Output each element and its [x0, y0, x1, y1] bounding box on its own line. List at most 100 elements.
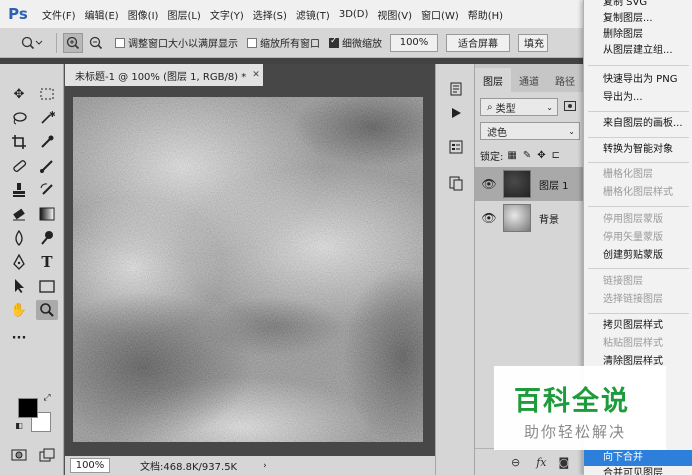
swap-colors-icon[interactable]: ⤢ — [40, 392, 54, 404]
menu-item-convert-smart-object[interactable]: 转换为智能对象 — [584, 142, 692, 158]
menu-image[interactable]: 图像(I) — [128, 7, 159, 22]
image-filter-icon[interactable] — [564, 100, 576, 114]
tab-paths[interactable]: 路径 — [547, 68, 583, 92]
menu-layer[interactable]: 图层(L) — [167, 7, 200, 22]
menu-item-select-linked-layers[interactable]: 选择链接图层 — [584, 292, 692, 308]
document-size-info[interactable]: 文档:468.8K/937.5K — [140, 458, 237, 473]
menu-item-duplicate-layer[interactable]: 复制图层... — [584, 11, 692, 27]
menu-file[interactable]: 文件(F) — [42, 7, 76, 22]
zoom-tool-icon[interactable] — [36, 300, 58, 320]
menu-item-quick-export-png[interactable]: 快速导出为 PNG — [584, 72, 692, 88]
layer-filter-select[interactable]: ⌕ 类型 ⌄ — [480, 98, 558, 116]
menu-edit[interactable]: 编辑(E) — [85, 7, 119, 22]
visibility-eye-icon[interactable]: 👁 — [475, 177, 503, 191]
blend-mode-select[interactable]: 滤色 ⌄ — [480, 122, 580, 140]
menu-item-artboard-from-layers[interactable]: 来自图层的画板... — [584, 116, 692, 132]
menu-separator — [588, 206, 689, 207]
dodge-tool-icon[interactable] — [36, 228, 58, 248]
pen-tool-icon[interactable] — [8, 252, 30, 272]
layer-name: 背景 — [539, 214, 559, 226]
menu-item-merge-down[interactable]: 向下合并 — [584, 450, 692, 466]
lasso-tool-icon[interactable] — [8, 108, 30, 128]
screen-mode-icon[interactable] — [36, 445, 58, 465]
menu-item-export-as[interactable]: 导出为... — [584, 90, 692, 106]
resize-windows-checkbox[interactable] — [115, 37, 125, 48]
menu-item-copy-svg[interactable]: 复制 SVG — [584, 0, 692, 11]
fit-screen-button[interactable]: 适合屏幕 — [446, 33, 510, 52]
zoom-all-checkbox[interactable] — [247, 37, 257, 48]
lock-pixels-icon[interactable]: ✎ — [523, 150, 531, 161]
magic-wand-icon[interactable]: ✱ — [36, 108, 58, 128]
image-canvas[interactable] — [73, 97, 423, 442]
scrubby-zoom-checkbox[interactable] — [329, 36, 339, 48]
menu-view[interactable]: 视图(V) — [377, 7, 412, 22]
history-panel-icon[interactable] — [444, 78, 468, 100]
gradient-tool-icon[interactable] — [36, 204, 58, 224]
adjustments-panel-icon[interactable] — [444, 172, 468, 194]
menu-type[interactable]: 文字(Y) — [210, 7, 244, 22]
menu-filter[interactable]: 滤镜(T) — [296, 7, 330, 22]
menu-item-paste-layer-style[interactable]: 粘贴图层样式 — [584, 336, 692, 352]
blend-mode-value: 滤色 — [487, 127, 507, 139]
hand-tool-icon[interactable]: ✋ — [8, 300, 30, 320]
layer-style-fx-icon[interactable]: fx — [536, 456, 546, 469]
quick-mask-icon[interactable] — [8, 445, 30, 465]
crop-tool-icon[interactable] — [8, 132, 30, 152]
brush-tool-icon[interactable] — [36, 156, 58, 176]
lock-position-icon[interactable]: ✥ — [537, 150, 545, 161]
eyedropper-icon[interactable] — [36, 132, 58, 152]
zoom-out-button[interactable] — [86, 33, 106, 53]
menu-item-copy-layer-style[interactable]: 拷贝图层样式 — [584, 318, 692, 334]
zoom-in-icon — [66, 36, 80, 49]
menu-item-merge-visible[interactable]: 合并可见图层 — [584, 466, 692, 475]
lock-transparency-icon[interactable]: ▦ — [507, 150, 516, 161]
tool-panel: ✥ ✱ T ✋ ··· ⤢ ◧ — [0, 64, 64, 475]
lock-row: 锁定: ▦ ✎ ✥ ⊏ — [480, 146, 560, 164]
close-tab-icon[interactable]: ✕ — [252, 70, 260, 80]
history-brush-icon[interactable] — [36, 180, 58, 200]
menu-item-create-clipping-mask[interactable]: 创建剪贴蒙版 — [584, 248, 692, 264]
more-tools-icon[interactable]: ··· — [8, 328, 30, 348]
actions-play-icon[interactable] — [444, 102, 468, 124]
zoom-tool-preset[interactable] — [14, 33, 50, 53]
add-mask-icon[interactable]: ◙ — [559, 456, 570, 469]
lock-artboard-icon[interactable]: ⊏ — [552, 150, 560, 161]
status-menu-arrow-icon[interactable]: › — [263, 461, 267, 471]
watermark-subtitle: 助你轻松解决 — [524, 423, 627, 441]
zoom-value-field[interactable]: 100% — [390, 33, 438, 52]
menu-3d[interactable]: 3D(D) — [339, 9, 369, 20]
menu-separator — [588, 268, 689, 269]
default-colors-icon[interactable]: ◧ — [14, 420, 24, 430]
menu-help[interactable]: 帮助(H) — [468, 7, 503, 22]
menu-item-disable-vector-mask[interactable]: 停用矢量蒙版 — [584, 230, 692, 246]
menu-window[interactable]: 窗口(W) — [421, 7, 459, 22]
fill-screen-button[interactable]: 填充 — [518, 33, 548, 52]
marquee-tool-icon[interactable] — [36, 84, 58, 104]
menu-item-rasterize-layer[interactable]: 栅格化图层 — [584, 167, 692, 183]
link-layers-icon[interactable]: ⊖ — [511, 456, 520, 469]
healing-brush-icon[interactable] — [8, 156, 30, 176]
menu-separator — [588, 65, 689, 66]
menu-item-rasterize-layer-style[interactable]: 栅格化图层样式 — [584, 185, 692, 201]
zoom-in-button[interactable] — [63, 32, 83, 53]
properties-panel-icon[interactable] — [444, 136, 468, 158]
status-zoom-field[interactable]: 100% — [70, 458, 110, 473]
menu-item-link-layers[interactable]: 链接图层 — [584, 274, 692, 290]
move-tool-icon[interactable]: ✥ — [8, 84, 30, 104]
clone-stamp-icon[interactable] — [8, 180, 30, 200]
menu-item-delete-layer[interactable]: 删除图层 — [584, 27, 692, 43]
menu-item-disable-layer-mask[interactable]: 停用图层蒙版 — [584, 212, 692, 228]
rectangle-tool-icon[interactable] — [36, 276, 58, 296]
eraser-tool-icon[interactable] — [8, 204, 30, 224]
foreground-color-swatch[interactable] — [18, 398, 38, 418]
blur-tool-icon[interactable] — [8, 228, 30, 248]
tab-channels[interactable]: 通道 — [511, 68, 547, 92]
tab-layers[interactable]: 图层 — [475, 68, 511, 92]
document-tab[interactable]: 未标题-1 @ 100% (图层 1, RGB/8) * ✕ — [65, 64, 263, 86]
menu-select[interactable]: 选择(S) — [253, 7, 287, 22]
menu-separator — [588, 111, 689, 112]
path-selection-icon[interactable] — [8, 276, 30, 296]
visibility-eye-icon[interactable]: 👁 — [475, 211, 503, 225]
type-tool-icon[interactable]: T — [36, 252, 58, 272]
menu-item-group-from-layers[interactable]: 从图层建立组... — [584, 43, 692, 59]
